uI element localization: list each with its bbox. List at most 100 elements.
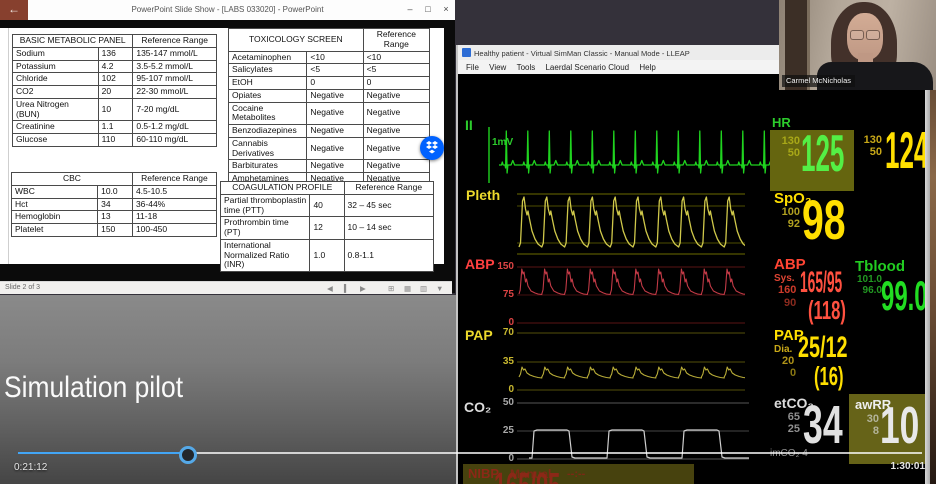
pulse-value: 124 [885, 131, 927, 173]
powerpoint-window: PowerPoint Slide Show - [LABS 033020] - … [0, 0, 455, 293]
table-row: Partial thromboplastin time (PTT)4032 – … [221, 194, 434, 217]
table-row: Salicylates<5<5 [229, 64, 430, 77]
webcam-person-glasses [850, 30, 864, 40]
pap-scale-0: 0 [490, 385, 514, 395]
table-cell: 1.0 [310, 239, 344, 271]
pap-wave-label: PAP [465, 328, 493, 342]
table-cell: Opiates [229, 89, 307, 102]
table-row: EtOH00 [229, 77, 430, 90]
table-cell: 32 – 45 sec [344, 194, 433, 217]
pap-scale-70: 70 [490, 328, 514, 338]
table-cell: 1.1 [98, 121, 133, 134]
table-cell: Cocaine Metabolites [229, 102, 307, 125]
pleth-label: Pleth [466, 188, 500, 202]
hr-low-limit: 50 [772, 147, 800, 159]
table-cell: 60-110 mg/dL [133, 134, 217, 147]
table-cell: Negative [307, 137, 363, 160]
etco2-value: 34 [803, 404, 843, 447]
ecg-lead-label: II [465, 118, 473, 132]
table-cell: Hemoglobin [12, 211, 98, 224]
menu-view[interactable]: View [489, 63, 506, 72]
table-cell: Negative [363, 160, 429, 173]
table-cell: 0 [363, 77, 429, 90]
table-row: BenzodiazepinesNegativeNegative [229, 125, 430, 138]
table-cell: Sodium [13, 47, 99, 60]
table-ref-header: Reference Range [133, 35, 217, 48]
table-row: Urea Nitrogen (BUN)107-20 mg/dL [13, 98, 217, 121]
table-cell: Barbiturates [229, 160, 307, 173]
table-row: OpiatesNegativeNegative [229, 89, 430, 102]
menu-file[interactable]: File [466, 63, 479, 72]
slide-left-edge [8, 28, 9, 264]
table-cell: Salicylates [229, 64, 307, 77]
menu-laerdal-scenario-cloud[interactable]: Laerdal Scenario Cloud [545, 63, 629, 72]
spo2-high-limit: 100 [772, 206, 800, 218]
annotate-icon[interactable]: ▍ [344, 284, 350, 293]
table-cell: 34 [98, 198, 133, 211]
lleap-window-title: Healthy patient - Virtual SimMan Classic… [474, 49, 690, 58]
table-cell: Cannabis Derivatives [229, 137, 307, 160]
table-row: BarbituratesNegativeNegative [229, 160, 430, 173]
dropbox-icon[interactable] [420, 136, 444, 160]
table-row: Cocaine MetabolitesNegativeNegative [229, 102, 430, 125]
pleth-waveform [517, 193, 745, 255]
next-slide-icon[interactable]: ▶ [360, 284, 366, 293]
table-cell: Negative [307, 89, 363, 102]
awrr-low-limit: 8 [853, 425, 879, 437]
close-button[interactable]: × [438, 4, 454, 14]
table-cell: 22-30 mmol/L [133, 86, 217, 99]
table-row: Glucose11060-110 mg/dL [13, 134, 217, 147]
lleap-window: Healthy patient - Virtual SimMan Classic… [456, 45, 932, 484]
abp-scale-75: 75 [490, 290, 514, 300]
table-cell: Negative [307, 125, 363, 138]
co2-scale-50: 50 [490, 398, 514, 408]
table-cell: 36-44% [132, 198, 216, 211]
table-cell: EtOH [229, 77, 307, 90]
table-ref-header: Reference Range [132, 173, 216, 186]
slide-sorter-view-icon[interactable]: ▦ [404, 284, 411, 293]
screen-recording: PowerPoint Slide Show - [LABS 033020] - … [0, 0, 936, 484]
back-arrow-button[interactable]: ← [0, 0, 28, 20]
table-cell: 11-18 [132, 211, 216, 224]
table-cell: 4.2 [98, 60, 133, 73]
video-scrubber-handle[interactable] [179, 446, 197, 464]
hr-label: HR [772, 116, 791, 129]
table-cell: <10 [363, 51, 429, 64]
slideshow-view-icon[interactable]: ▼ [436, 284, 443, 293]
powerpoint-statusbar: Slide 2 of 3 ◀ ▍ ▶ ⊞ ▦ ▥ ▼ [0, 281, 452, 294]
table-cell: International Normalized Ratio (INR) [221, 239, 310, 271]
participant-name-tag: Carmel McNicholas [782, 75, 855, 87]
tblood-low-limit: 96.0 [852, 285, 882, 296]
table-cell: Hct [12, 198, 98, 211]
reading-view-icon[interactable]: ▥ [420, 284, 427, 293]
table-cell: 4.5-10.5 [132, 185, 216, 198]
hr-tile[interactable]: 130 50 125 [770, 130, 854, 191]
dropbox-glyph [420, 136, 444, 160]
table-cell: Negative [363, 102, 429, 125]
menu-tools[interactable]: Tools [517, 63, 536, 72]
maximize-button[interactable]: □ [420, 4, 436, 14]
lab-table-cbc: CBCReference RangeWBC10.04.5-10.5Hct3436… [11, 172, 217, 237]
ecg-waveform [477, 127, 772, 185]
nibp-time: --:-- [567, 469, 585, 480]
co2-wave-label: CO₂ [464, 400, 491, 414]
menu-help[interactable]: Help [639, 63, 655, 72]
table-row: WBC10.04.5-10.5 [12, 185, 217, 198]
table-cell: Partial thromboplastin time (PTT) [221, 194, 310, 217]
table-cell: <5 [363, 64, 429, 77]
minimize-button[interactable]: – [402, 4, 418, 14]
table-cell: 10 – 14 sec [344, 217, 433, 240]
awrr-high-limit: 30 [853, 413, 879, 425]
tblood-high-limit: 101.0 [852, 274, 882, 285]
pap-mean-value: (16) [814, 366, 844, 387]
normal-view-icon[interactable]: ⊞ [388, 284, 394, 293]
previous-slide-icon[interactable]: ◀ [327, 284, 333, 293]
lab-table-basic-metabolic-panel: BASIC METABOLIC PANELReference RangeSodi… [12, 34, 217, 147]
lab-table-coagulation-profile: COAGULATION PROFILEReference RangePartia… [220, 181, 434, 272]
abp-high-limit: 160 [778, 285, 796, 296]
video-progress-fill [18, 452, 185, 454]
nibp-value: 165/95 [494, 472, 560, 484]
table-cell: CO2 [13, 86, 99, 99]
nibp-tile[interactable]: NIBP Manual --:-- Sys. 160 90 165/95 (11… [463, 464, 694, 484]
webcam-person-glasses [866, 30, 880, 40]
